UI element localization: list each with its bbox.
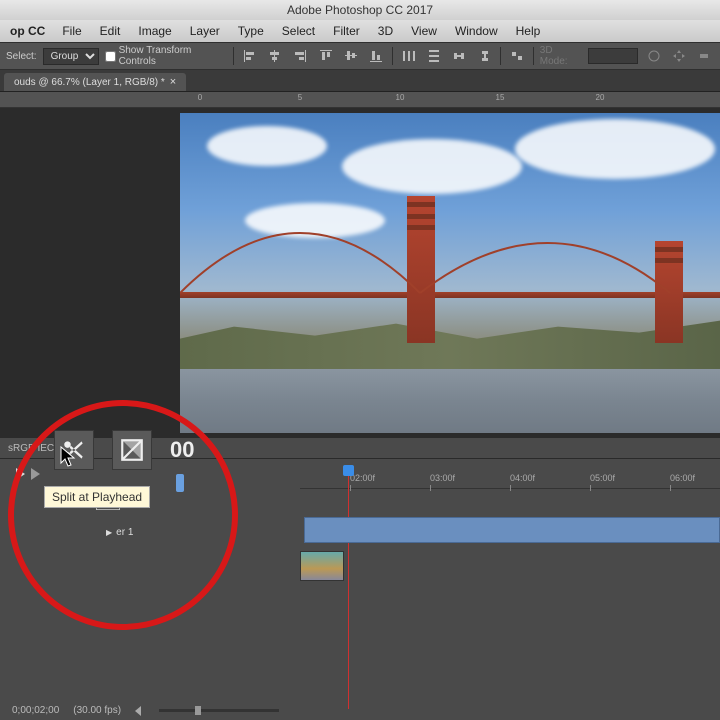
autoselect-dropdown[interactable]: Group bbox=[43, 48, 99, 65]
video-clip[interactable] bbox=[304, 517, 720, 543]
menu-help[interactable]: Help bbox=[507, 24, 550, 38]
menu-image[interactable]: Image bbox=[129, 24, 180, 38]
ruler-mark: 5 bbox=[298, 93, 302, 102]
frame-rate: (30.00 fps) bbox=[73, 705, 121, 716]
align-center-v-icon[interactable] bbox=[341, 47, 360, 65]
separator bbox=[533, 47, 534, 65]
time-mark: 06:00f bbox=[670, 473, 695, 483]
playhead[interactable] bbox=[348, 469, 349, 709]
distribute-v-icon[interactable] bbox=[424, 47, 443, 65]
ruler-mark: 10 bbox=[396, 93, 405, 102]
tooltip: Split at Playhead bbox=[44, 486, 150, 508]
menu-bar: op CC File Edit Image Layer Type Select … bbox=[0, 20, 720, 42]
distribute-spacing-v-icon[interactable] bbox=[475, 47, 494, 65]
document-tab[interactable]: ouds @ 66.7% (Layer 1, RGB/8) * × bbox=[4, 73, 186, 91]
slide-icon[interactable] bbox=[695, 47, 714, 65]
transition-button[interactable] bbox=[112, 430, 152, 470]
align-right-icon[interactable] bbox=[291, 47, 310, 65]
timeline-layers: ▶ er 1 bbox=[100, 517, 720, 547]
pan-icon[interactable] bbox=[669, 47, 688, 65]
show-transform-input[interactable] bbox=[105, 51, 116, 62]
menu-view[interactable]: View bbox=[402, 24, 446, 38]
options-bar: Select: Group Show Transform Controls 3D… bbox=[0, 42, 720, 70]
distribute-spacing-h-icon[interactable] bbox=[450, 47, 469, 65]
ruler-mark: 20 bbox=[596, 93, 605, 102]
menu-window[interactable]: Window bbox=[446, 24, 507, 38]
play-button[interactable] bbox=[16, 468, 25, 480]
timecode-display[interactable]: 00 bbox=[170, 437, 194, 463]
menu-file[interactable]: File bbox=[53, 24, 90, 38]
canvas-area bbox=[0, 108, 720, 438]
zoom-slider-icon[interactable] bbox=[135, 706, 145, 716]
color-profile-label: sRGB IEC bbox=[8, 443, 54, 454]
current-time: 0;00;02;00 bbox=[12, 705, 59, 716]
menu-select[interactable]: Select bbox=[273, 24, 324, 38]
auto-align-icon[interactable] bbox=[507, 47, 526, 65]
time-mark: 03:00f bbox=[430, 473, 455, 483]
split-at-playhead-button[interactable] bbox=[54, 430, 94, 470]
close-tab-icon[interactable]: × bbox=[170, 76, 176, 88]
time-mark: 05:00f bbox=[590, 473, 615, 483]
timecode-playhead-marker[interactable] bbox=[176, 474, 184, 492]
separator bbox=[500, 47, 501, 65]
step-forward-button[interactable] bbox=[31, 468, 40, 480]
document-canvas[interactable] bbox=[180, 113, 720, 433]
layer-label[interactable]: ▶ er 1 bbox=[100, 527, 200, 538]
ruler-mark: 0 bbox=[198, 93, 202, 102]
align-center-h-icon[interactable] bbox=[265, 47, 284, 65]
ruler-mark: 15 bbox=[496, 93, 505, 102]
horizontal-ruler[interactable]: 0 5 10 15 20 bbox=[0, 92, 720, 108]
timeline-ruler[interactable]: 02:00f 03:00f 04:00f 05:00f 06:00f bbox=[300, 473, 720, 489]
time-mark: 04:00f bbox=[510, 473, 535, 483]
orbit-icon[interactable] bbox=[644, 47, 663, 65]
document-tab-title: ouds @ 66.7% (Layer 1, RGB/8) * bbox=[14, 77, 165, 88]
threed-mode-field[interactable] bbox=[588, 48, 638, 64]
threed-mode-label: 3D Mode: bbox=[540, 45, 582, 67]
align-top-icon[interactable] bbox=[316, 47, 335, 65]
distribute-h-icon[interactable] bbox=[399, 47, 418, 65]
menu-3d[interactable]: 3D bbox=[369, 24, 402, 38]
menu-edit[interactable]: Edit bbox=[91, 24, 130, 38]
app-menu[interactable]: op CC bbox=[2, 24, 53, 38]
zoom-slider[interactable] bbox=[159, 709, 279, 712]
window-title: Adobe Photoshop CC 2017 bbox=[287, 3, 433, 17]
align-bottom-icon[interactable] bbox=[367, 47, 386, 65]
align-left-icon[interactable] bbox=[240, 47, 259, 65]
menu-filter[interactable]: Filter bbox=[324, 24, 369, 38]
window-titlebar: Adobe Photoshop CC 2017 bbox=[0, 0, 720, 20]
separator bbox=[233, 47, 234, 65]
timeline-layer-row[interactable]: ▶ er 1 bbox=[100, 517, 720, 547]
document-tab-bar: ouds @ 66.7% (Layer 1, RGB/8) * × bbox=[0, 70, 720, 92]
show-transform-label: Show Transform Controls bbox=[119, 45, 227, 67]
menu-type[interactable]: Type bbox=[229, 24, 273, 38]
autoselect-label: Select: bbox=[6, 51, 37, 62]
menu-layer[interactable]: Layer bbox=[181, 24, 229, 38]
clip-thumbnail[interactable] bbox=[300, 551, 344, 581]
timeline-footer: 0;00;02;00 (30.00 fps) bbox=[12, 705, 279, 716]
show-transform-checkbox[interactable]: Show Transform Controls bbox=[105, 45, 227, 67]
separator bbox=[392, 47, 393, 65]
